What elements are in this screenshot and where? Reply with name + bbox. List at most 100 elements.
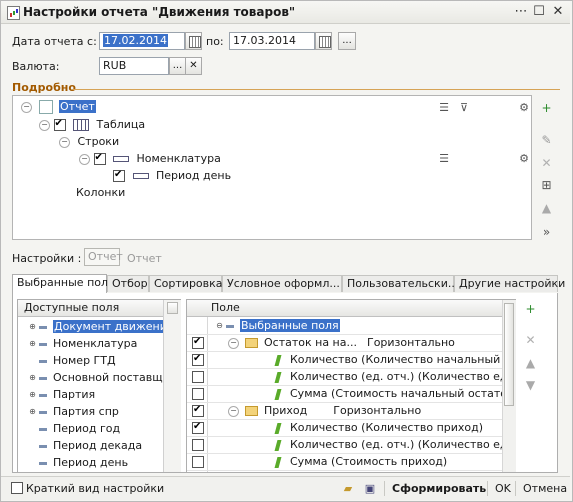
- structure-settings-icon[interactable]: ⚙: [517, 101, 531, 115]
- tree-item-columns[interactable]: Колонки: [76, 185, 125, 201]
- tree-item-period-day[interactable]: Период день: [113, 167, 231, 184]
- field-checkbox[interactable]: [192, 351, 204, 367]
- add-field-icon[interactable]: +: [523, 302, 538, 317]
- tree-item-table[interactable]: − Таблица: [39, 116, 145, 133]
- move-up-icon[interactable]: ▲: [523, 356, 538, 371]
- list-settings-icon[interactable]: ☰: [437, 152, 451, 166]
- expand-icon[interactable]: ⊕: [28, 373, 37, 383]
- available-field-item[interactable]: Период год: [18, 421, 180, 438]
- add-element-icon[interactable]: +: [539, 101, 554, 116]
- table-checkbox[interactable]: [53, 116, 66, 132]
- tab-other-settings[interactable]: Другие настройки: [454, 275, 565, 292]
- available-field-item[interactable]: ⊕ Номенклатура: [18, 336, 180, 353]
- scroll-thumb[interactable]: [504, 303, 514, 406]
- available-fields-grid[interactable]: Доступные поля ⊕ Документ движения ⊕ Номен…: [17, 299, 181, 473]
- calendar-icon: [319, 36, 331, 48]
- delete-icon[interactable]: ✕: [539, 156, 554, 171]
- field-checkbox[interactable]: [192, 334, 204, 350]
- field-checkbox[interactable]: [192, 388, 204, 400]
- group-settings-icon[interactable]: ⊞: [539, 178, 554, 193]
- available-field-item[interactable]: ⊕ Партия спр: [18, 404, 180, 421]
- tab-selected-fields[interactable]: Выбранные поля: [12, 274, 115, 293]
- date-from-field[interactable]: 17.02.2014: [99, 32, 185, 50]
- close-icon[interactable]: ✕: [550, 4, 566, 20]
- field-checkbox[interactable]: [192, 456, 204, 468]
- period-day-checkbox[interactable]: [113, 167, 125, 183]
- collapse-icon[interactable]: −: [228, 405, 239, 417]
- collapse-icon[interactable]: −: [39, 119, 50, 131]
- currency-field[interactable]: RUB: [99, 57, 169, 75]
- selected-field-row[interactable]: ⊖ Выбранные поля: [187, 318, 515, 335]
- available-field-item[interactable]: ⊕ Документ движения: [18, 319, 180, 336]
- nomenclature-checkbox[interactable]: [93, 150, 106, 166]
- collapse-icon[interactable]: −: [228, 337, 239, 349]
- tab-conditional-format[interactable]: Условное оформл...: [222, 275, 342, 292]
- selected-field-row[interactable]: Сумма (Стоимость начальный остаток): [187, 386, 515, 403]
- structure-settings-icon[interactable]: ⚙: [517, 152, 531, 166]
- structure-tree[interactable]: − Отчет − Таблица − Строки − Номенклатур…: [12, 95, 532, 240]
- date-from-label: Дата отчета с:: [12, 35, 97, 48]
- footer-bar: Краткий вид настройки ▰ ▣ Сформировать O…: [1, 476, 570, 500]
- selected-field-row[interactable]: −ПриходГоризонтально: [187, 402, 515, 420]
- minimize-icon[interactable]: ⋯: [513, 4, 529, 20]
- period-select-button[interactable]: ...: [338, 32, 356, 50]
- expand-icon[interactable]: ⊕: [28, 339, 37, 349]
- available-field-item[interactable]: Период день: [18, 455, 180, 472]
- available-fields-scroll-track[interactable]: [163, 300, 181, 472]
- short-view-checkbox[interactable]: [11, 482, 23, 494]
- resource-icon: [274, 371, 282, 383]
- scroll-thumb[interactable]: [167, 302, 178, 314]
- expand-icon[interactable]: ⊕: [28, 407, 37, 417]
- selected-field-row[interactable]: Количество (Количество приход): [187, 419, 515, 437]
- field-icon: [39, 427, 47, 431]
- maximize-icon[interactable]: ☐: [531, 4, 547, 20]
- field-checkbox[interactable]: [192, 402, 204, 418]
- available-field-item[interactable]: ⊕ Партия: [18, 387, 180, 404]
- more-actions-icon[interactable]: »: [539, 225, 554, 240]
- expand-icon[interactable]: ⊕: [28, 390, 37, 400]
- cancel-button[interactable]: Отмена: [523, 480, 567, 497]
- tab-sort[interactable]: Сортировка: [149, 275, 223, 292]
- ok-button[interactable]: OK: [495, 480, 511, 497]
- field-checkbox[interactable]: [192, 419, 204, 435]
- currency-select-button[interactable]: ...: [169, 57, 186, 75]
- generate-button[interactable]: Сформировать: [392, 480, 486, 497]
- available-field-item[interactable]: Номер ГТД: [18, 353, 180, 370]
- collapse-icon[interactable]: −: [21, 101, 32, 113]
- field-checkbox[interactable]: [192, 439, 204, 451]
- move-down-icon[interactable]: ▼: [523, 378, 538, 393]
- date-from-calendar-button[interactable]: [185, 32, 202, 50]
- tab-filter[interactable]: Отбор: [107, 275, 149, 292]
- collapse-icon[interactable]: ⊖: [215, 321, 224, 331]
- currency-clear-button[interactable]: ✕: [185, 57, 202, 75]
- list-settings-icon[interactable]: ☰: [437, 101, 451, 115]
- selected-field-row[interactable]: Количество (ед. отч.) (Количество ед от.…: [187, 369, 515, 386]
- save-icon[interactable]: ▣: [363, 480, 377, 497]
- field-checkbox[interactable]: [192, 371, 204, 383]
- available-fields-header: Доступные поля: [18, 300, 180, 317]
- tree-item-nomenclature[interactable]: − Номенклатура: [79, 150, 221, 167]
- edit-icon[interactable]: ✎: [539, 133, 554, 148]
- tab-user-fields[interactable]: Пользовательски...: [342, 275, 458, 292]
- move-up-icon[interactable]: ▲: [539, 201, 554, 216]
- tree-item-rows[interactable]: − Строки: [59, 134, 119, 150]
- delete-field-icon[interactable]: ✕: [523, 333, 538, 348]
- collapse-icon[interactable]: −: [59, 136, 70, 148]
- selected-fields-grid[interactable]: Поле ⊖Выбранные поля −Остаток на на...Го…: [186, 299, 516, 473]
- selected-field-row[interactable]: Сумма (Стоимость приход): [187, 454, 515, 471]
- selected-fields-scrollbar[interactable]: [502, 300, 516, 472]
- selected-field-row[interactable]: Количество (Количество начальный ос...: [187, 351, 515, 369]
- open-folder-icon[interactable]: ▰: [341, 480, 355, 497]
- collapse-icon[interactable]: −: [79, 153, 90, 165]
- date-to-calendar-button[interactable]: [315, 32, 332, 50]
- field-icon: [39, 461, 47, 465]
- available-field-item[interactable]: ⊕ Основной поставщ: [18, 370, 180, 387]
- selected-field-row[interactable]: −Остаток на на...Горизонтально: [187, 334, 515, 352]
- available-field-item[interactable]: Период декада: [18, 438, 180, 455]
- date-to-field[interactable]: 17.03.2014: [229, 32, 315, 50]
- selected-field-row[interactable]: Количество (ед. отч.) (Количество ед от.…: [187, 437, 515, 454]
- filter-settings-icon[interactable]: ⊽: [457, 101, 471, 115]
- settings-mode-field[interactable]: Отчет: [84, 248, 123, 266]
- tree-item-report[interactable]: − Отчет: [21, 99, 96, 115]
- expand-icon[interactable]: ⊕: [28, 322, 37, 332]
